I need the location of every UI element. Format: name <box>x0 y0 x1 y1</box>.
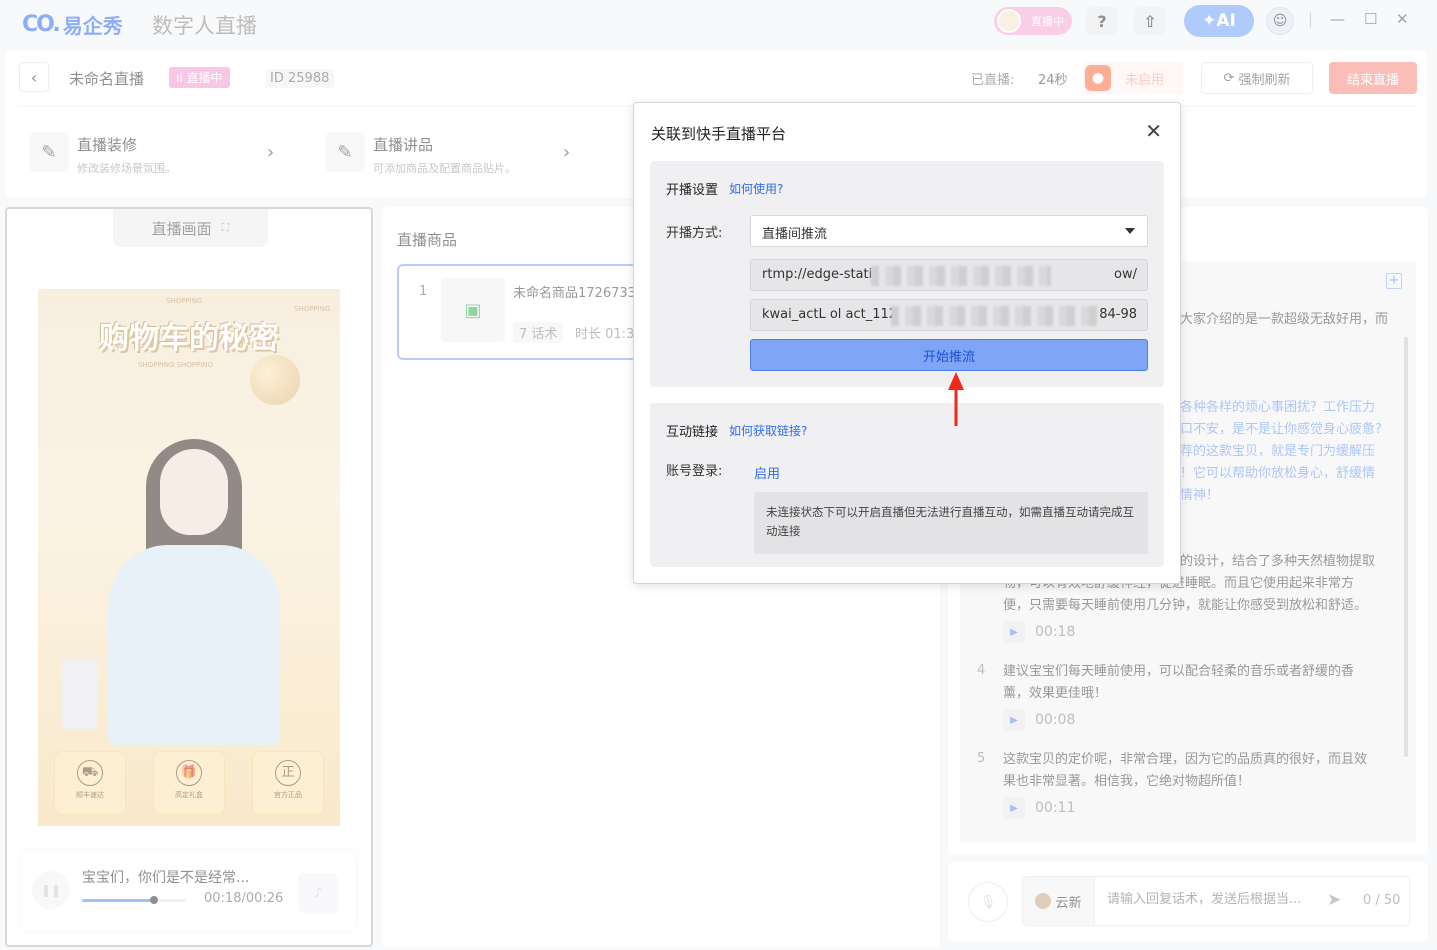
chevron-down-icon <box>1125 228 1135 234</box>
rtmp-url-prefix: rtmp://edge-static <box>762 267 880 282</box>
how-to-get-link[interactable]: 如何获取链接? <box>729 422 807 439</box>
redacted-mask <box>891 306 1101 326</box>
mode-select-value: 直播间推流 <box>762 227 828 242</box>
rtmp-url-suffix: ow/ <box>1114 267 1137 282</box>
stream-key-prefix: kwai_actL ol act_1121 <box>762 307 906 322</box>
interaction-link-section: 互动链接 如何获取链接? 账号登录: 启用 未连接状态下可以开启直播但无法进行直… <box>650 403 1164 567</box>
close-icon[interactable]: ✕ <box>1145 119 1162 143</box>
how-to-use-link[interactable]: 如何使用? <box>729 180 783 197</box>
stream-key-suffix: 84-98 <box>1099 307 1137 322</box>
dialog-title: 关联到快手直播平台 <box>651 125 787 143</box>
rtmp-url-field[interactable]: rtmp://edge-static ow/ <box>750 259 1148 291</box>
redacted-mask <box>871 266 1051 286</box>
enable-link[interactable]: 启用 <box>754 463 780 482</box>
account-login-label: 账号登录: <box>666 464 723 479</box>
red-arrow-annotation <box>948 372 964 426</box>
section-title: 开播设置 <box>666 183 719 198</box>
connection-note: 未连接状态下可以开启直播但无法进行直播互动，如需直播互动请完成互动连接 <box>754 492 1148 554</box>
section-title: 互动链接 <box>666 425 719 440</box>
start-push-button[interactable]: 开始推流 <box>750 339 1148 371</box>
stream-settings-section: 开播设置 如何使用? 开播方式: 直播间推流 rtmp://edge-stati… <box>650 161 1164 387</box>
mode-label: 开播方式: <box>666 226 723 241</box>
stream-key-field[interactable]: kwai_actL ol act_1121 84-98 <box>750 299 1148 331</box>
kuaishou-link-dialog: 关联到快手直播平台 ✕ 开播设置 如何使用? 开播方式: 直播间推流 rtmp:… <box>633 102 1181 584</box>
mode-select[interactable]: 直播间推流 <box>750 215 1148 247</box>
